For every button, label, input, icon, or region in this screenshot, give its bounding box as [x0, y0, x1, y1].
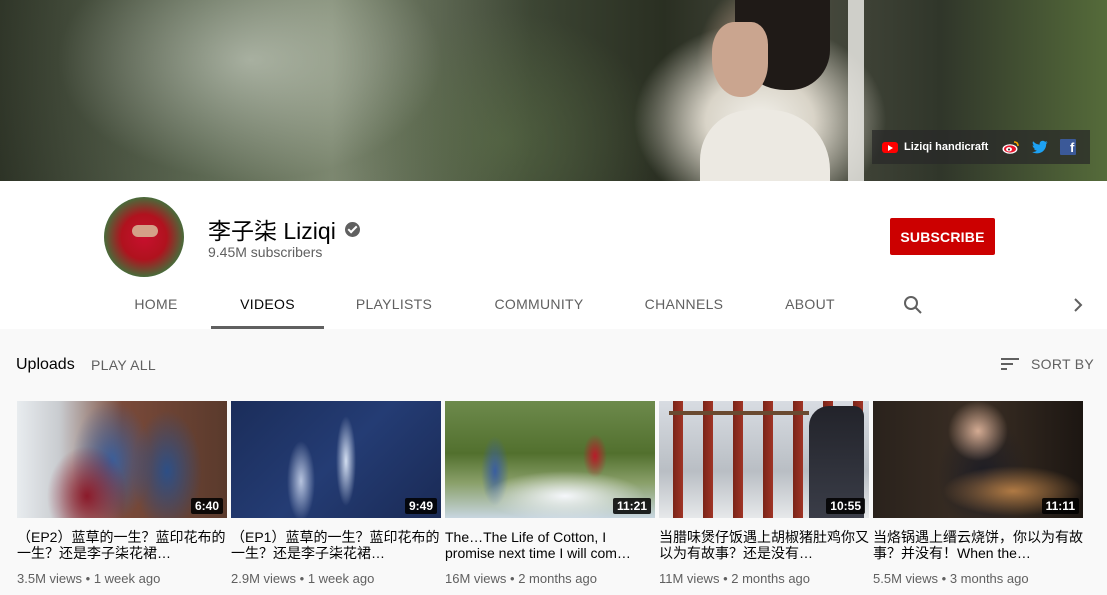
video-thumbnail[interactable]: 10:55	[659, 401, 869, 518]
video-age: 3 months ago	[949, 571, 1029, 586]
video-title[interactable]: 当烙锅遇上缙云烧饼，你以为有故事？并没有！When the…	[873, 529, 1083, 561]
channel-name-text: 李子柒 Liziqi	[208, 218, 336, 244]
tab-about[interactable]: ABOUT	[772, 285, 848, 329]
sort-icon[interactable]	[1000, 356, 1020, 372]
banner-links: Liziqi handicraft f	[872, 130, 1090, 164]
video-thumbnail[interactable]: 11:21	[445, 401, 655, 518]
verified-icon	[344, 221, 360, 237]
tab-playlists[interactable]: PLAYLISTS	[346, 285, 442, 329]
play-all-button[interactable]: PLAY ALL	[91, 357, 156, 373]
video-duration: 11:11	[1041, 498, 1079, 514]
video-card[interactable]: 10:55 当腊味煲仔饭遇上胡椒猪肚鸡你又以为有故事？还是没有… 11M vie…	[659, 401, 869, 586]
video-age: 1 week ago	[307, 571, 375, 586]
video-card[interactable]: 11:11 当烙锅遇上缙云烧饼，你以为有故事？并没有！When the… 5.5…	[873, 401, 1083, 586]
video-meta: 16M views • 2 months ago	[445, 571, 597, 586]
video-views: 11M views	[659, 571, 720, 586]
video-duration: 10:55	[826, 498, 865, 514]
channel-tabs: HOME VIDEOS PLAYLISTS COMMUNITY CHANNELS…	[0, 285, 1107, 329]
video-meta: 3.5M views • 1 week ago	[17, 571, 161, 586]
video-card[interactable]: 11:21 The…The Life of Cotton, I promise …	[445, 401, 655, 586]
video-card[interactable]: 9:49 （EP1）蓝草的一生？蓝印花布的一生？还是李子柒花裙… 2.9M vi…	[231, 401, 441, 586]
video-meta: 5.5M views • 3 months ago	[873, 571, 1029, 586]
video-meta: 2.9M views • 1 week ago	[231, 571, 375, 586]
video-views: 16M views	[445, 571, 507, 586]
video-thumbnail[interactable]: 11:11	[873, 401, 1083, 518]
subscribe-button[interactable]: SUBSCRIBE	[890, 218, 995, 255]
channel-header: 李子柒 Liziqi 9.45M subscribers SUBSCRIBE H…	[0, 181, 1107, 329]
twitter-icon[interactable]	[1032, 140, 1048, 154]
video-age: 1 week ago	[93, 571, 161, 586]
video-age: 2 months ago	[731, 571, 811, 586]
tab-channels[interactable]: CHANNELS	[636, 285, 732, 329]
youtube-icon[interactable]	[882, 141, 898, 153]
video-title[interactable]: （EP2）蓝草的一生？蓝印花布的一生？还是李子柒花裙…	[17, 529, 227, 561]
video-title[interactable]: 当腊味煲仔饭遇上胡椒猪肚鸡你又以为有故事？还是没有…	[659, 529, 869, 561]
video-thumbnail[interactable]: 9:49	[231, 401, 441, 518]
sort-by-button[interactable]: SORT BY	[1031, 356, 1094, 372]
video-views: 3.5M views	[17, 571, 83, 586]
channel-name: 李子柒 Liziqi	[208, 212, 360, 246]
video-views: 2.9M views	[231, 571, 297, 586]
chevron-right-icon[interactable]	[1070, 297, 1086, 313]
search-icon[interactable]	[903, 295, 923, 315]
subscriber-count: 9.45M subscribers	[208, 244, 323, 260]
video-thumbnail[interactable]: 6:40	[17, 401, 227, 518]
video-duration: 6:40	[190, 498, 223, 514]
video-views: 5.5M views	[873, 571, 939, 586]
video-title[interactable]: The…The Life of Cotton, I promise next t…	[445, 529, 655, 561]
tab-videos[interactable]: VIDEOS	[211, 285, 324, 329]
video-card[interactable]: 6:40 （EP2）蓝草的一生？蓝印花布的一生？还是李子柒花裙… 3.5M vi…	[17, 401, 227, 586]
video-meta: 11M views • 2 months ago	[659, 571, 811, 586]
banner-link-label[interactable]: Liziqi handicraft	[904, 141, 988, 153]
tab-community[interactable]: COMMUNITY	[484, 285, 594, 329]
tab-home[interactable]: HOME	[120, 285, 192, 329]
video-age: 2 months ago	[518, 571, 597, 586]
video-duration: 9:49	[404, 498, 437, 514]
avatar[interactable]	[104, 197, 184, 277]
weibo-icon[interactable]	[1002, 140, 1020, 154]
section-title: Uploads	[16, 356, 75, 373]
facebook-icon[interactable]: f	[1060, 139, 1077, 155]
channel-banner: Liziqi handicraft f	[0, 0, 1107, 181]
video-duration: 11:21	[612, 498, 651, 514]
video-title[interactable]: （EP1）蓝草的一生？蓝印花布的一生？还是李子柒花裙…	[231, 529, 441, 561]
